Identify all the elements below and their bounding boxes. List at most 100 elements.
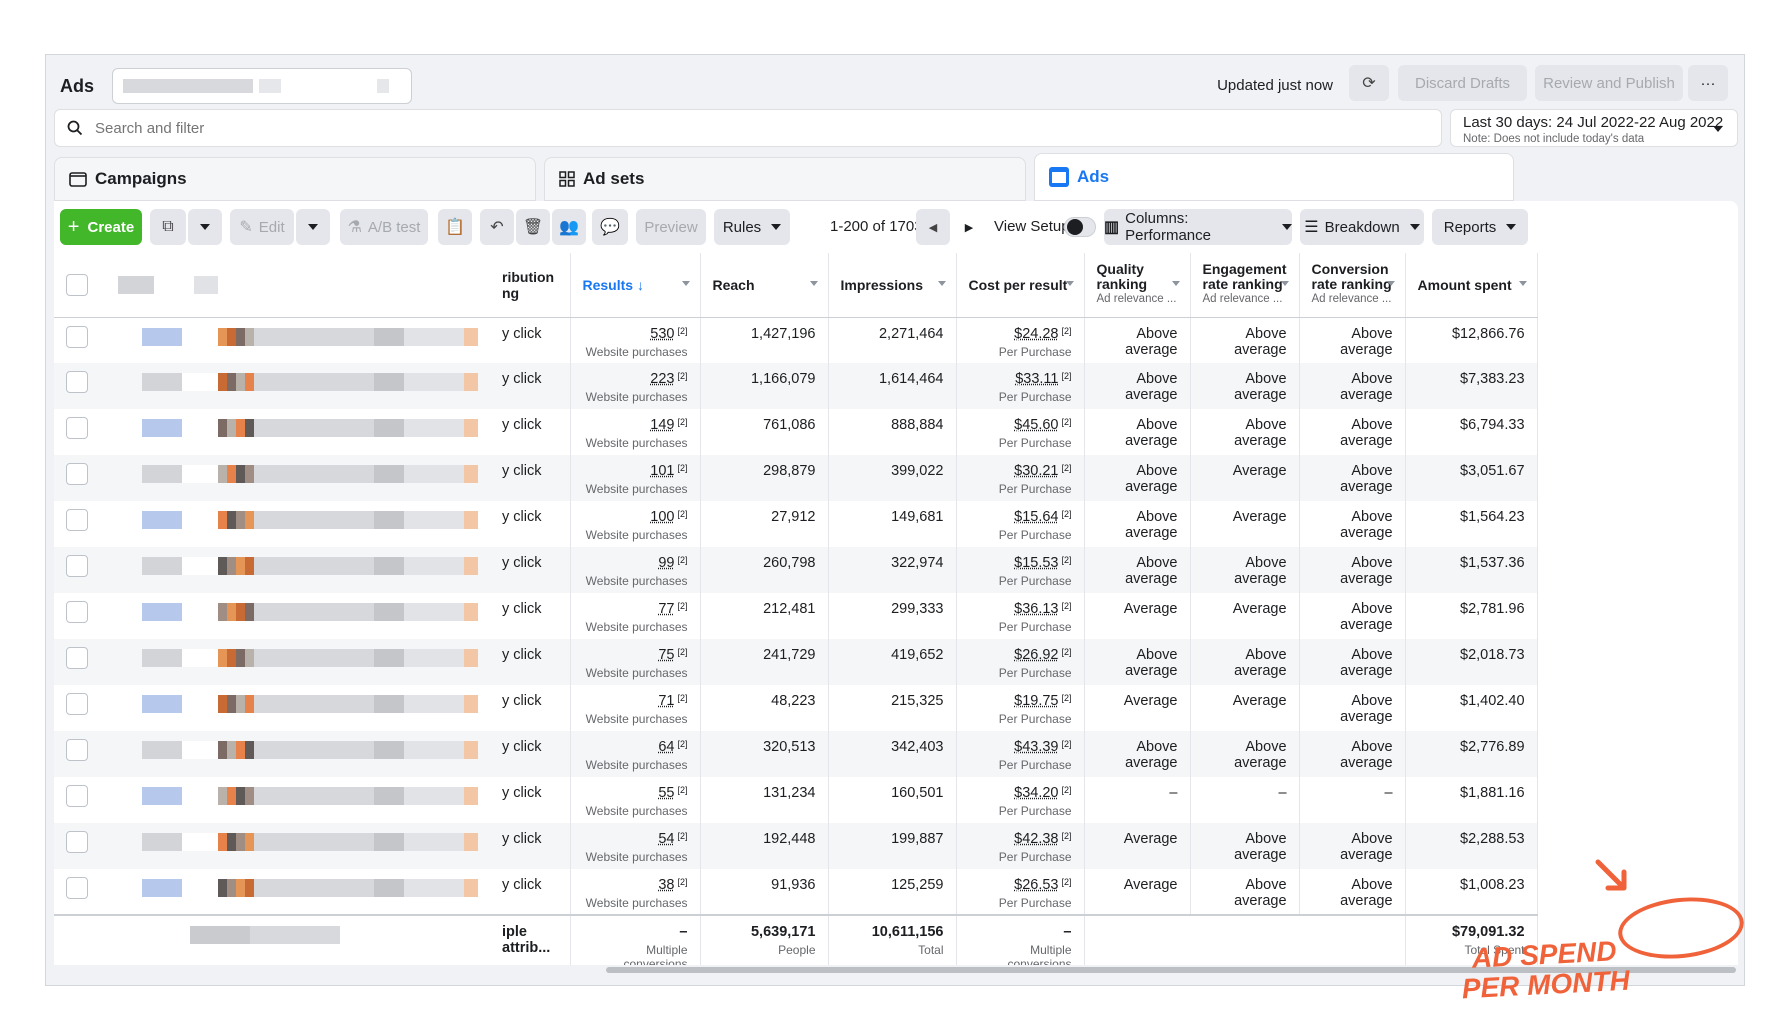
cost-value[interactable]: $34.20 — [1014, 785, 1058, 801]
table-row[interactable]: y click 530 [2] Website purchases 1,427,196 2… — [54, 317, 1538, 363]
cost-value[interactable]: $26.92 — [1014, 647, 1058, 663]
row-checkbox[interactable] — [66, 371, 88, 393]
duplicate-button[interactable]: ⧉ — [150, 209, 186, 245]
select-all-checkbox[interactable] — [66, 273, 88, 296]
rules-button[interactable]: Rules — [714, 209, 790, 245]
row-checkbox[interactable] — [66, 785, 88, 807]
cost-value[interactable]: $15.53 — [1014, 555, 1058, 571]
ad-name-cell[interactable] — [106, 409, 490, 455]
edit-button[interactable]: ✎ Edit — [230, 209, 294, 245]
ad-name-cell[interactable] — [106, 731, 490, 777]
tab-campaigns[interactable]: Campaigns — [54, 157, 536, 201]
row-checkbox[interactable] — [66, 739, 88, 761]
results-value[interactable]: 99 — [658, 555, 674, 571]
row-checkbox[interactable] — [66, 417, 88, 439]
undo-button[interactable]: ↶ — [480, 209, 514, 245]
comment-button[interactable]: 💬 — [592, 209, 628, 245]
more-options-button[interactable]: ··· — [1688, 65, 1728, 101]
table-row[interactable]: y click 99 [2] Website purchases 260,798 322,… — [54, 547, 1538, 593]
audience-button[interactable]: 👥 — [552, 209, 586, 245]
ad-name-cell[interactable] — [106, 777, 490, 823]
results-value[interactable]: 149 — [650, 417, 674, 433]
ab-test-button[interactable]: ⚗ A/B test — [340, 209, 428, 245]
engagement-header[interactable]: Engagement rate ranking Ad relevance ... — [1190, 253, 1300, 318]
refresh-button[interactable]: ⟳ — [1349, 65, 1389, 101]
ad-name-cell[interactable] — [106, 593, 490, 639]
cost-value[interactable]: $36.13 — [1014, 601, 1058, 617]
breakdown-button[interactable]: ☰ Breakdown — [1300, 209, 1424, 245]
results-value[interactable]: 75 — [658, 647, 674, 663]
view-setup-toggle[interactable] — [1064, 217, 1096, 237]
tab-ads[interactable]: Ads — [1034, 153, 1514, 201]
attribution-header[interactable]: ribution ng — [490, 253, 571, 318]
ad-name-cell[interactable] — [106, 501, 490, 547]
results-value[interactable]: 64 — [658, 739, 674, 755]
results-value[interactable]: 101 — [650, 463, 674, 479]
clipboard-button[interactable]: 📋 — [438, 209, 472, 245]
results-value[interactable]: 38 — [658, 877, 674, 893]
reports-button[interactable]: Reports — [1432, 209, 1528, 245]
cost-value[interactable]: $30.21 — [1014, 463, 1058, 479]
results-value[interactable]: 54 — [658, 831, 674, 847]
cost-value[interactable]: $43.39 — [1014, 739, 1058, 755]
row-checkbox[interactable] — [66, 509, 88, 531]
cost-value[interactable]: $33.11 — [1015, 371, 1058, 387]
results-value[interactable]: 55 — [658, 785, 674, 801]
ad-name-cell[interactable] — [106, 685, 490, 731]
row-checkbox[interactable] — [66, 693, 88, 715]
amount-header[interactable]: Amount spent — [1405, 253, 1538, 318]
reach-header[interactable]: Reach — [700, 253, 829, 318]
search-input[interactable] — [95, 119, 1295, 137]
results-value[interactable]: 71 — [658, 693, 674, 709]
ad-name-cell[interactable] — [106, 547, 490, 593]
search-bar[interactable] — [54, 109, 1442, 147]
ad-name-cell[interactable] — [106, 823, 490, 869]
table-row[interactable]: y click 55 [2] Website purchases 131,234 160,… — [54, 777, 1538, 823]
cost-header[interactable]: Cost per result — [956, 253, 1085, 318]
row-checkbox[interactable] — [66, 831, 88, 853]
table-row[interactable]: y click 75 [2] Website purchases 241,729 419,… — [54, 639, 1538, 685]
cost-value[interactable]: $42.38 — [1014, 831, 1058, 847]
table-row[interactable]: y click 64 [2] Website purchases 320,513 342,… — [54, 731, 1538, 777]
table-row[interactable]: y click 223 [2] Website purchases 1,166,079 1… — [54, 363, 1538, 409]
create-button[interactable]: + Create — [60, 209, 142, 245]
ad-name-cell[interactable] — [106, 363, 490, 409]
results-value[interactable]: 223 — [650, 371, 674, 387]
row-checkbox[interactable] — [66, 877, 88, 899]
table-row[interactable]: y click 101 [2] Website purchases 298,879 399… — [54, 455, 1538, 501]
ad-name-cell[interactable] — [106, 317, 490, 363]
row-checkbox[interactable] — [66, 463, 88, 485]
next-page-button[interactable]: ▶ — [952, 209, 986, 245]
results-value[interactable]: 530 — [650, 326, 674, 342]
delete-button[interactable]: 🗑 — [516, 209, 550, 245]
tab-ad-sets[interactable]: Ad sets — [544, 157, 1026, 201]
impressions-header[interactable]: Impressions — [828, 253, 957, 318]
results-value[interactable]: 77 — [658, 601, 674, 617]
table-row[interactable]: y click 54 [2] Website purchases 192,448 199,… — [54, 823, 1538, 869]
quality-header[interactable]: Quality ranking Ad relevance ... — [1084, 253, 1191, 318]
table-row[interactable]: y click 149 [2] Website purchases 761,086 888… — [54, 409, 1538, 455]
row-checkbox[interactable] — [66, 601, 88, 623]
edit-dropdown[interactable] — [296, 209, 330, 245]
ad-name-cell[interactable] — [106, 455, 490, 501]
duplicate-dropdown[interactable] — [188, 209, 222, 245]
table-row[interactable]: y click 77 [2] Website purchases 212,481 299,… — [54, 593, 1538, 639]
cost-value[interactable]: $24.28 — [1014, 326, 1058, 342]
preview-button[interactable]: Preview — [636, 209, 706, 245]
conversion-header[interactable]: Conversion rate ranking Ad relevance ... — [1299, 253, 1406, 318]
row-checkbox[interactable] — [66, 325, 88, 348]
review-publish-button[interactable]: Review and Publish — [1535, 65, 1683, 101]
cost-value[interactable]: $26.53 — [1014, 877, 1058, 893]
row-checkbox[interactable] — [66, 555, 88, 577]
table-row[interactable]: y click 71 [2] Website purchases 48,223 215,3… — [54, 685, 1538, 731]
table-row[interactable]: y click 38 [2] Website purchases 91,936 125,2… — [54, 869, 1538, 915]
prev-page-button[interactable]: ◀ — [916, 209, 950, 245]
results-header[interactable]: Results ↓ — [570, 253, 701, 318]
row-checkbox[interactable] — [66, 647, 88, 669]
results-value[interactable]: 100 — [650, 509, 674, 525]
ad-name-cell[interactable] — [106, 639, 490, 685]
cost-value[interactable]: $19.75 — [1014, 693, 1058, 709]
cost-value[interactable]: $45.60 — [1014, 417, 1058, 433]
discard-drafts-button[interactable]: Discard Drafts — [1398, 65, 1527, 101]
table-row[interactable]: y click 100 [2] Website purchases 27,912 149,… — [54, 501, 1538, 547]
